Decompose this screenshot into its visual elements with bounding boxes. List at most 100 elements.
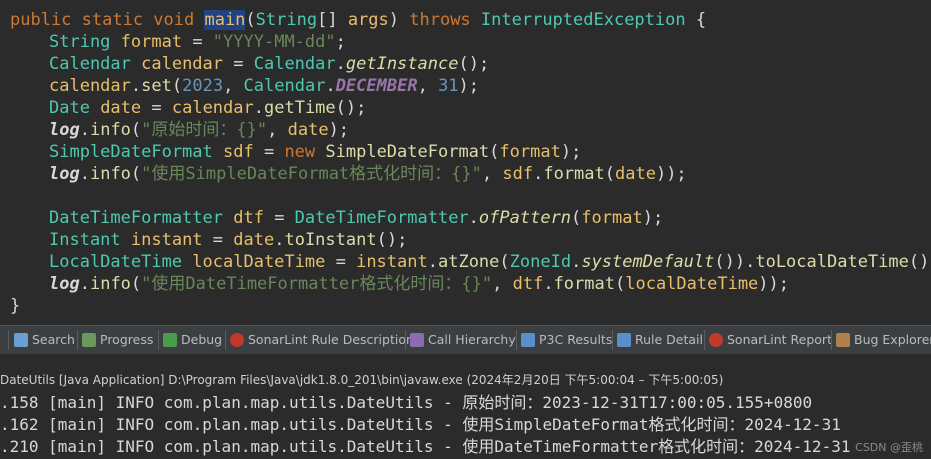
tab-bug-explorer[interactable]: Bug Explorer <box>836 326 931 354</box>
code-token: = <box>182 32 213 52</box>
tab-label: Debug <box>181 332 223 347</box>
code-token: ); <box>560 142 582 162</box>
p3c-icon <box>521 333 535 347</box>
tab-label: Rule Detail <box>635 332 704 347</box>
code-token: 31 <box>438 76 459 96</box>
code-line: Calendar calendar = Calendar.getInstance… <box>49 53 489 75</box>
code-token: "YYYY-MM-dd" <box>212 32 336 52</box>
code-token: = <box>202 230 234 250</box>
code-line: public static void main(String[] args) t… <box>10 9 706 31</box>
code-token: Instant <box>49 230 131 250</box>
tab-separator <box>704 330 705 350</box>
code-line: } <box>10 295 20 317</box>
tab-label: Progress <box>100 332 154 347</box>
code-line: Instant instant = date.toInstant(); <box>49 229 407 251</box>
code-token: ( <box>130 164 142 184</box>
bug-icon <box>836 333 850 347</box>
tab-p3c-results[interactable]: P3C Results <box>521 326 612 354</box>
code-token: format <box>543 164 605 184</box>
tab-rule-detail[interactable]: Rule Detail <box>617 326 703 354</box>
code-editor[interactable]: public static void main(String[] args) t… <box>0 0 931 324</box>
rule-detail-icon <box>617 333 631 347</box>
code-token: format <box>581 208 643 228</box>
code-token: (); <box>376 230 408 250</box>
tab-label: SonarLint Report <box>727 332 832 347</box>
tab-search[interactable]: Search <box>14 326 75 354</box>
code-token: ( <box>614 274 626 294</box>
code-token: SimpleDateFormat <box>49 142 223 162</box>
code-token: . <box>130 76 142 96</box>
code-token: { <box>685 10 707 30</box>
code-token: main <box>204 10 246 30</box>
code-token: ); <box>458 76 480 96</box>
code-token: SimpleDateFormat <box>325 142 490 162</box>
code-token: [] <box>317 10 348 30</box>
code-token: = <box>253 142 285 162</box>
code-line: Date date = calendar.getTime(); <box>49 97 366 119</box>
code-token: ( <box>171 76 183 96</box>
tab-separator <box>516 330 517 350</box>
code-line: SimpleDateFormat sdf = new SimpleDateFor… <box>49 141 581 163</box>
code-token: localDateTime <box>625 274 759 294</box>
code-token: . <box>79 120 90 140</box>
code-token: ofPattern <box>478 208 572 228</box>
code-token: ); <box>328 120 350 140</box>
code-token: ZoneId <box>509 252 572 272</box>
code-token: . <box>253 98 264 118</box>
console-panel[interactable]: DateUtils [Java Application] D:\Program … <box>0 354 931 459</box>
tab-label: SonarLint Rule Description <box>248 332 414 347</box>
code-token: dtf <box>512 274 544 294</box>
code-token: getInstance <box>345 54 459 74</box>
code-token: date <box>100 98 142 118</box>
code-token: ( <box>604 164 615 184</box>
code-token: . <box>533 164 544 184</box>
tab-debug[interactable]: Debug <box>163 326 222 354</box>
code-token: ); <box>642 208 664 228</box>
code-token: ( <box>489 142 500 162</box>
code-token: DECEMBER <box>335 76 418 96</box>
code-token: InterruptedException <box>480 10 686 30</box>
code-token: = <box>141 98 172 118</box>
code-token: calendar <box>49 76 131 96</box>
code-token: } <box>10 296 21 316</box>
code-token: dtf <box>233 208 264 228</box>
code-line: calendar.set(2023, Calendar.DECEMBER, 31… <box>49 75 479 97</box>
code-token: . <box>325 76 336 96</box>
code-line: log.info("使用SimpleDateFormat格式化时间：{}", s… <box>49 163 687 185</box>
code-token: ( <box>499 252 510 272</box>
code-token: (); <box>458 54 490 74</box>
code-token: instant <box>356 252 428 272</box>
code-token: String <box>49 32 121 52</box>
tab-label: P3C Results <box>539 332 613 347</box>
code-token: date <box>287 120 329 140</box>
tab-call-hierarchy[interactable]: Call Hierarchy <box>410 326 516 354</box>
code-token: (); <box>908 252 931 272</box>
code-token: Calendar <box>253 54 336 74</box>
code-token: . <box>427 252 438 272</box>
tab-label: Call Hierarchy <box>428 332 516 347</box>
code-token: . <box>468 208 479 228</box>
code-token: . <box>571 252 582 272</box>
code-line: String format = "YYYY-MM-dd"; <box>49 31 346 53</box>
code-token: DateTimeFormatter <box>294 208 469 228</box>
code-token: format <box>120 32 183 52</box>
code-line: log.info("原始时间：{}", date); <box>49 119 349 141</box>
code-token: args <box>347 10 389 30</box>
tab-progress[interactable]: Progress <box>82 326 153 354</box>
code-token: set <box>141 76 172 96</box>
tab-separator <box>612 330 613 350</box>
tab-separator <box>831 330 832 350</box>
tab-separator <box>225 330 226 350</box>
code-token: sdf <box>502 164 534 184</box>
tab-sonarlint-rule-description[interactable]: SonarLint Rule Description <box>230 326 414 354</box>
code-token: LocalDateTime <box>49 252 193 272</box>
code-token: ()). <box>714 252 756 272</box>
code-token: ( <box>130 274 142 294</box>
code-token: "使用SimpleDateFormat格式化时间：{}" <box>141 164 482 184</box>
code-token: "原始时间：{}" <box>141 120 268 140</box>
code-token: public static void <box>10 10 205 30</box>
search-icon <box>14 333 28 347</box>
code-token: new <box>284 142 326 162</box>
code-token: info <box>89 120 131 140</box>
tab-sonarlint-report[interactable]: SonarLint Report <box>709 326 832 354</box>
